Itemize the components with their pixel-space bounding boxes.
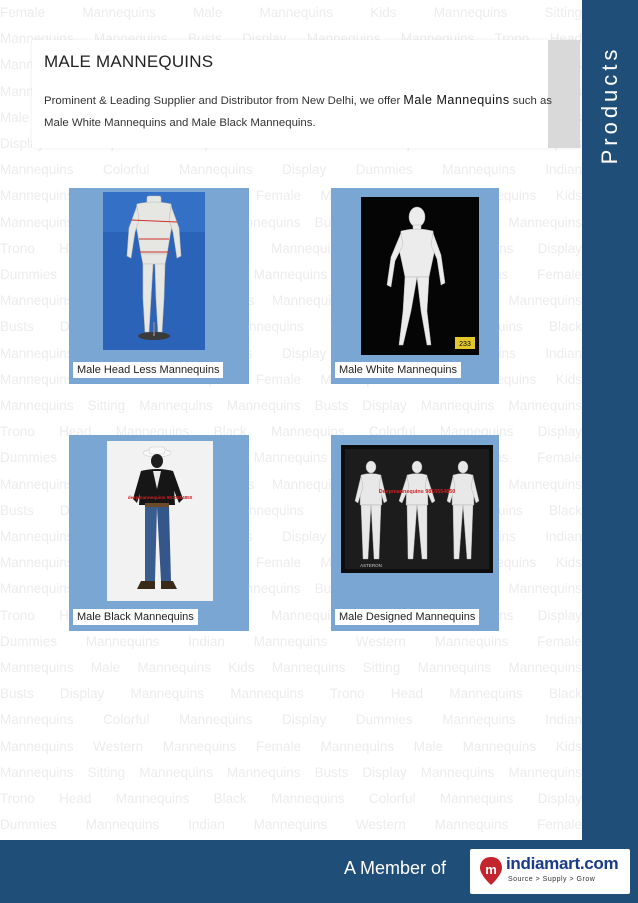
product-card-designed[interactable]: Deepmannequins 9810554850 ASTERON Male D…	[331, 435, 499, 631]
image-watermark: Deepmannequins 9810554850	[379, 489, 455, 495]
product-image: 233	[361, 197, 479, 355]
product-caption: Male White Mannequins	[335, 362, 462, 378]
image-watermark: deepmannequins 9810554850	[128, 495, 193, 500]
logo-name: indiamart.com	[506, 854, 619, 873]
product-card-head-less[interactable]: Male Head Less Mannequins	[69, 188, 249, 384]
watermark-line: Mannequins Sitting Mannequins Mannequins…	[0, 764, 582, 780]
indiamart-icon: m	[480, 857, 502, 885]
watermark-line: Mannequins Western Mannequins Female Man…	[0, 738, 582, 754]
product-badge: 233	[459, 341, 471, 348]
product-caption: Male Designed Mannequins	[335, 609, 480, 625]
product-caption: Male Head Less Mannequins	[73, 362, 224, 378]
watermark-line: Mannequins Sitting Mannequins Mannequins…	[0, 398, 582, 414]
page-title: MALE MANNEQUINS	[44, 52, 214, 71]
image-tag: ASTERON	[360, 563, 382, 568]
highlight-term: Male Mannequins	[403, 93, 510, 107]
watermark-line: Mannequins Colorful Mannequins Display D…	[0, 712, 582, 728]
watermark-line: Mannequins Male Mannequins Kids Mannequi…	[0, 660, 582, 676]
member-text: A Member of	[344, 858, 447, 878]
product-card-white[interactable]: 233 Male White Mannequins	[331, 188, 499, 384]
product-caption: Male Black Mannequins	[73, 609, 198, 625]
product-image: deepmannequins 9810554850	[107, 441, 213, 601]
product-card-black[interactable]: deepmannequins 9810554850 Male Black Man…	[69, 435, 249, 631]
watermark-line: Dummies Mannequins Indian Mannequins Wes…	[0, 633, 582, 649]
product-image	[103, 192, 205, 350]
watermark-line: Female Mannequins Male Mannequins Kids M…	[0, 5, 582, 20]
products-label: Products	[597, 45, 622, 165]
svg-text:m: m	[485, 862, 497, 877]
watermark-line: Busts Display Mannequins Mannequins Tron…	[0, 686, 582, 702]
watermark-line: Trono Head Mannequins Black Mannequins C…	[0, 791, 582, 807]
logo-tagline: Source > Supply > Grow	[508, 876, 596, 883]
indiamart-logo[interactable]: m indiamart.com Source > Supply > Grow	[470, 849, 630, 894]
page-description: Prominent & Leading Supplier and Distrib…	[44, 93, 552, 129]
watermark-line: Mannequins Colorful Mannequins Display D…	[0, 162, 582, 178]
product-image: Deepmannequins 9810554850 ASTERON	[341, 445, 493, 573]
watermark-line: Dummies Mannequins Indian Mannequins Wes…	[0, 817, 582, 833]
